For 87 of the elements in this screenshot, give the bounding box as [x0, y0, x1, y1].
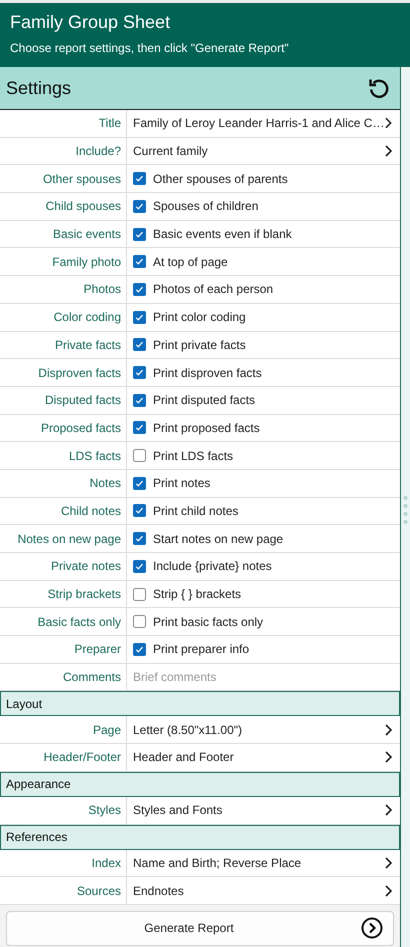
checkbox-label[interactable]: Print private facts	[153, 338, 392, 352]
setting-label: Basic events	[52, 227, 121, 242]
subtitle: Choose report settings, then click "Generate Report"	[10, 41, 289, 55]
setting-label: Styles	[88, 803, 121, 818]
checkbox[interactable]	[133, 394, 146, 407]
generate-report-button[interactable]: Generate Report	[6, 910, 394, 946]
checkbox-label[interactable]: Print child notes	[153, 504, 392, 518]
checkbox[interactable]	[133, 228, 146, 241]
setting-label: Child spouses	[46, 199, 121, 214]
setting-label: Disputed facts	[44, 393, 121, 408]
select-field[interactable]: Letter (8.50"x11.00")	[127, 716, 400, 744]
checkbox[interactable]	[133, 615, 146, 628]
setting-label: Child notes	[60, 504, 121, 518]
select-field[interactable]: Endnotes	[127, 877, 400, 904]
resize-grip-icon[interactable]	[403, 495, 408, 526]
window-title: Family Group Sheet	[10, 12, 170, 33]
checkbox[interactable]	[133, 476, 146, 490]
checkbox[interactable]	[133, 532, 146, 546]
checkbox[interactable]	[133, 449, 146, 462]
checkbox-label[interactable]: Print proposed facts	[153, 420, 392, 435]
comments-field[interactable]: Brief comments	[127, 664, 400, 690]
chevron-icon	[384, 804, 392, 816]
chevron-icon	[384, 145, 392, 158]
checkbox-label[interactable]: Print disproven facts	[153, 366, 392, 380]
chevron-icon	[384, 751, 392, 764]
checkbox[interactable]	[133, 338, 146, 352]
checkbox-label[interactable]: Print notes	[153, 476, 392, 490]
select-field[interactable]: Current family	[127, 138, 400, 164]
setting-label: Page	[92, 722, 121, 737]
checkbox[interactable]	[133, 504, 146, 518]
checkbox-label[interactable]: Print color coding	[153, 310, 392, 324]
checkbox-label[interactable]: Photos of each person	[153, 282, 392, 296]
setting-label: Other spouses	[42, 172, 121, 186]
checkbox[interactable]	[133, 560, 146, 573]
checkbox[interactable]	[133, 588, 146, 601]
checkbox-label[interactable]: Print LDS facts	[153, 448, 392, 463]
setting-label: Basic facts only	[38, 614, 121, 629]
checkbox-label[interactable]: Include {private} notes	[153, 559, 392, 574]
chevron-icon	[384, 117, 392, 130]
checkbox[interactable]	[133, 255, 146, 268]
setting-label: Strip brackets	[48, 587, 121, 602]
checkbox-label[interactable]: Spouses of children	[153, 199, 392, 214]
checkbox-label[interactable]: Strip { } brackets	[153, 587, 392, 602]
reset-icon[interactable]	[368, 77, 390, 99]
select-field[interactable]: Family of Leroy Leander Harris-1 and Alice C…	[127, 110, 400, 137]
checkbox[interactable]	[133, 310, 146, 324]
section-title: References	[6, 830, 68, 844]
checkbox-label[interactable]: Basic events even if blank	[153, 227, 392, 242]
section-title: Layout	[6, 696, 42, 711]
chevron-icon	[384, 884, 392, 897]
setting-label: Family photo	[52, 254, 121, 269]
setting-label: Color coding	[54, 310, 121, 324]
setting-label: Index	[92, 856, 121, 870]
setting-label: Private notes	[50, 559, 121, 574]
arrow-circle-icon	[361, 917, 383, 940]
checkbox[interactable]	[133, 642, 146, 656]
setting-label: Title	[98, 116, 121, 130]
setting-label: Comments	[62, 670, 121, 684]
setting-label: Photos	[84, 282, 121, 296]
checkbox-label[interactable]: Start notes on new page	[153, 532, 392, 546]
checkbox[interactable]	[133, 172, 146, 186]
chevron-icon	[384, 856, 392, 869]
checkbox-label[interactable]: Print disputed facts	[153, 393, 392, 408]
checkbox[interactable]	[133, 366, 146, 380]
setting-label: Disproven facts	[38, 366, 121, 380]
setting-label: Sources	[76, 884, 121, 898]
setting-label: Notes	[90, 476, 121, 490]
checkbox-label[interactable]: Print basic facts only	[153, 614, 392, 629]
setting-label: Notes on new page	[18, 532, 121, 546]
select-field[interactable]: Styles and Fonts	[127, 796, 400, 824]
section-title: Settings	[6, 78, 72, 98]
setting-label: Include?	[76, 144, 121, 158]
setting-label: LDS facts	[68, 448, 121, 463]
checkbox-label[interactable]: At top of page	[153, 254, 392, 269]
checkbox[interactable]	[133, 282, 146, 296]
setting-label: Header/Footer	[44, 750, 121, 764]
section-title: Appearance	[6, 777, 71, 792]
chevron-icon	[384, 724, 392, 736]
select-field[interactable]: Header and Footer	[127, 744, 400, 771]
select-field[interactable]: Name and Birth; Reverse Place	[127, 850, 400, 876]
checkbox[interactable]	[133, 200, 146, 213]
setting-label: Preparer	[74, 642, 121, 656]
checkbox-label[interactable]: Print preparer info	[153, 642, 392, 656]
checkbox-label[interactable]: Other spouses of parents	[153, 172, 392, 186]
setting-label: Private facts	[54, 338, 121, 352]
checkbox[interactable]	[133, 421, 146, 434]
setting-label: Proposed facts	[40, 420, 121, 435]
